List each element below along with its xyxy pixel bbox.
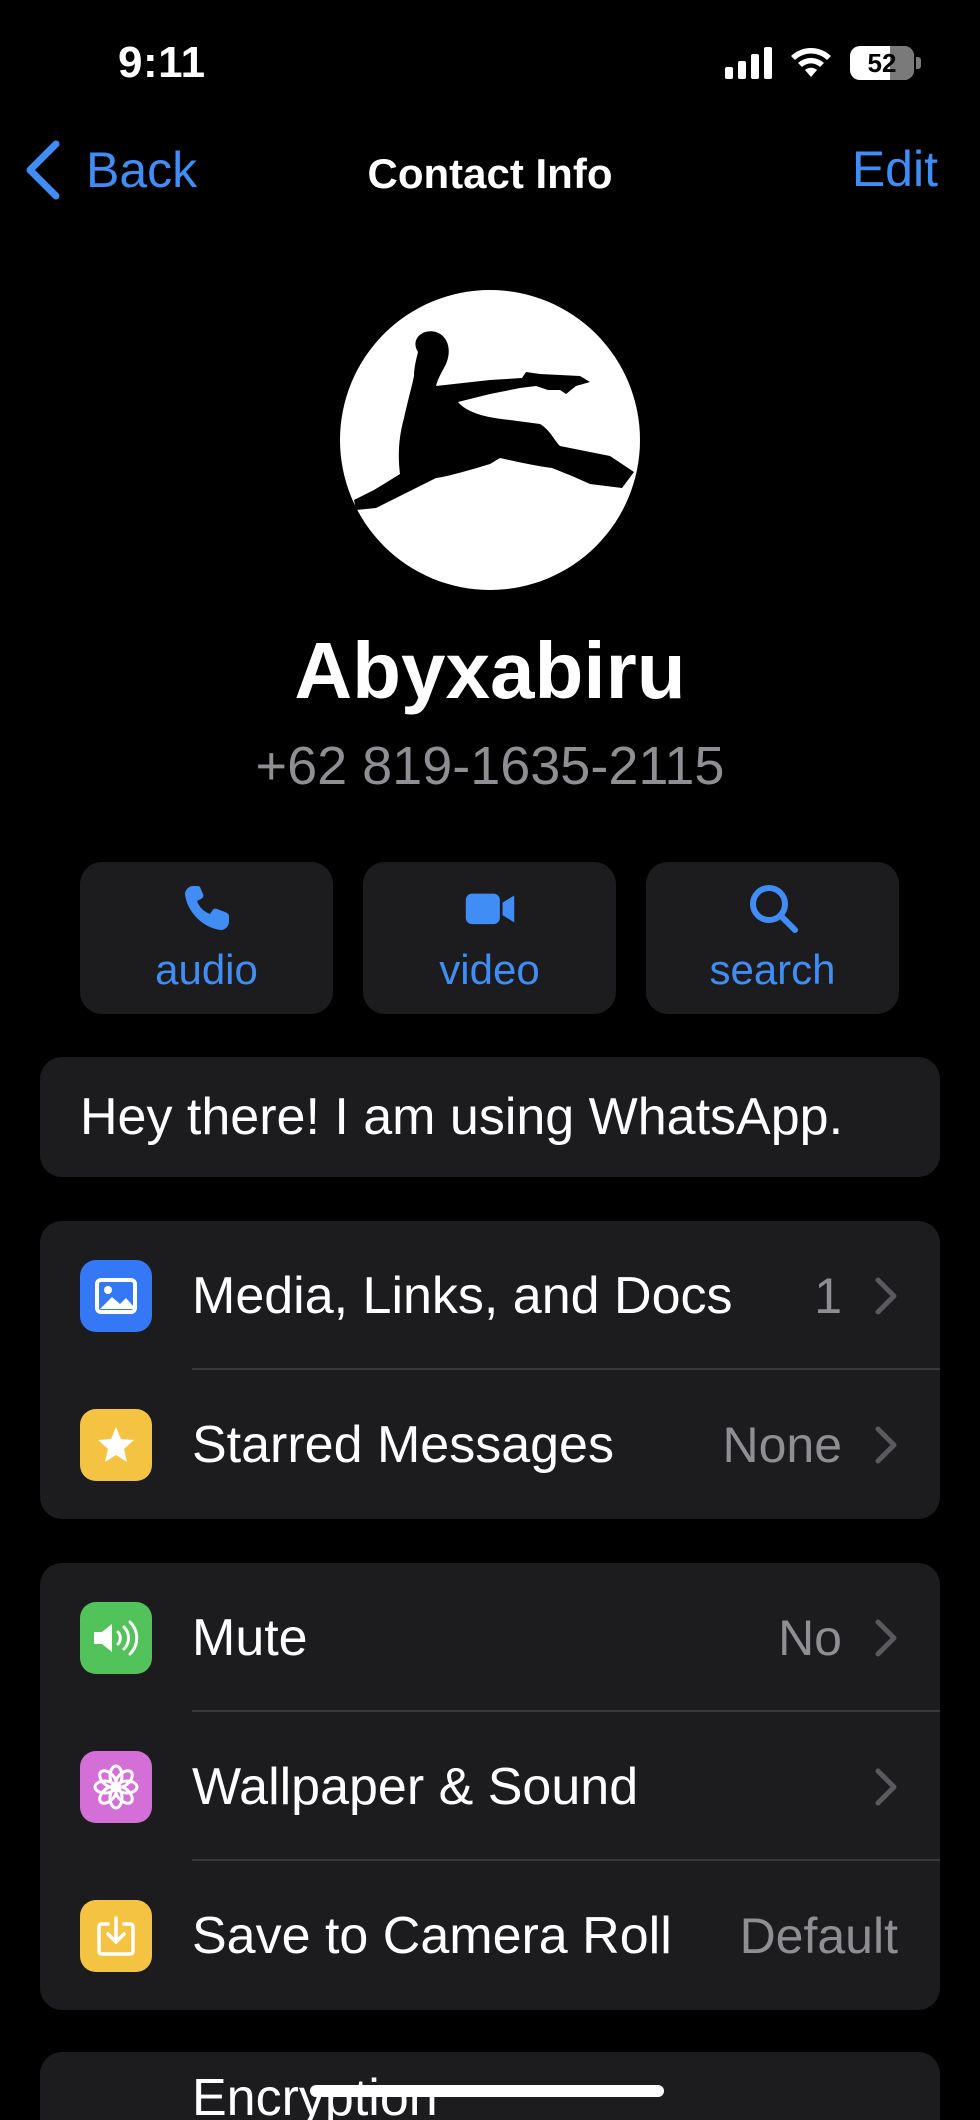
page-title: Contact Info — [367, 150, 613, 197]
mute-row[interactable]: Mute No — [40, 1563, 940, 1712]
edit-button[interactable]: Edit — [852, 140, 938, 198]
wifi-icon — [791, 48, 831, 77]
row-label: Save to Camera Roll — [192, 1906, 672, 1965]
cellular-signal-icon — [725, 47, 772, 79]
flower-icon — [80, 1750, 152, 1823]
audio-label: audio — [155, 946, 258, 993]
home-indicator[interactable] — [310, 2085, 664, 2097]
battery-icon: 52 — [850, 46, 921, 80]
status-bar: 9:11 52 — [0, 0, 980, 130]
audio-call-button[interactable]: audio — [80, 862, 333, 1014]
row-value: None — [722, 1416, 842, 1473]
search-label: search — [709, 946, 836, 993]
row-label: Mute — [192, 1608, 308, 1667]
contact-name: Abyxabiru — [294, 626, 686, 715]
status-time: 9:11 — [118, 38, 206, 87]
search-button[interactable]: search — [646, 862, 899, 1014]
row-label: Wallpaper & Sound — [192, 1757, 639, 1816]
star-icon — [80, 1408, 152, 1481]
battery-level: 52 — [867, 47, 897, 78]
chevron-right-icon — [875, 1768, 897, 1805]
download-icon — [80, 1899, 152, 1972]
status-icons: 52 — [725, 46, 921, 80]
row-label: Starred Messages — [192, 1415, 614, 1474]
row-label: Media, Links, and Docs — [192, 1266, 733, 1325]
action-buttons: audio video search — [80, 862, 900, 1014]
photo-icon — [80, 1259, 152, 1332]
row-value: Default — [739, 1907, 898, 1964]
chevron-right-icon — [875, 1619, 897, 1656]
video-camera-icon — [465, 893, 514, 925]
save-to-camera-roll-row[interactable]: Save to Camera Roll Default — [40, 1861, 940, 2010]
wallpaper-sound-row[interactable]: Wallpaper & Sound — [40, 1712, 940, 1861]
video-call-button[interactable]: video — [363, 862, 616, 1014]
speaker-icon — [80, 1601, 152, 1674]
video-label: video — [439, 946, 540, 993]
phone-icon — [184, 886, 229, 930]
row-value: No — [778, 1609, 842, 1666]
about-status[interactable]: Hey there! I am using WhatsApp. — [40, 1057, 940, 1177]
avatar[interactable] — [340, 290, 640, 590]
media-group: Media, Links, and Docs 1 Starred Message… — [40, 1221, 940, 1519]
row-value: 1 — [814, 1267, 842, 1324]
media-links-docs-row[interactable]: Media, Links, and Docs 1 — [40, 1221, 940, 1370]
settings-group: Mute No Wallpaper & Sound Save to Camera… — [40, 1563, 940, 2010]
contact-phone: +62 819-1635-2115 — [255, 736, 725, 796]
search-icon — [749, 885, 798, 933]
avatar-silhouette-image — [354, 331, 634, 510]
chevron-right-icon — [875, 1426, 897, 1463]
chevron-right-icon — [875, 1277, 897, 1314]
starred-messages-row[interactable]: Starred Messages None — [40, 1370, 940, 1519]
navigation-bar: Back Contact Info Edit — [0, 130, 980, 220]
